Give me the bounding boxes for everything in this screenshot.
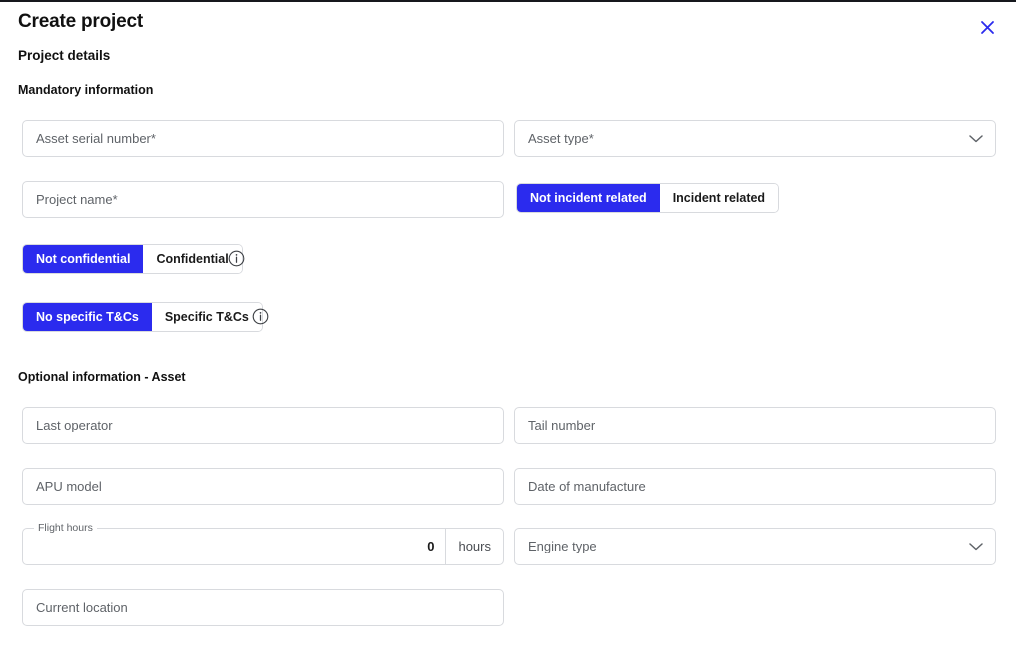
flight-hours-unit: hours <box>445 529 503 564</box>
terms-and-conditions-toggle-group: No specific T&Cs Specific T&Cs <box>22 302 263 332</box>
tail-number-placeholder: Tail number <box>528 419 596 432</box>
incident-related-toggle-group: Not incident related Incident related <box>516 183 780 213</box>
project-name-field[interactable]: Project name* <box>22 181 504 218</box>
toggle-confidential[interactable]: Confidential <box>143 245 242 273</box>
chevron-down-icon <box>969 134 983 143</box>
apu-model-placeholder: APU model <box>36 480 102 493</box>
create-project-modal: Create project Project details Mandatory… <box>0 0 1016 647</box>
engine-type-select[interactable]: Engine type <box>514 528 996 565</box>
page-title: Create project <box>18 11 143 32</box>
modal-header: Create project <box>18 10 998 40</box>
terms-and-conditions-info-icon[interactable] <box>252 308 269 325</box>
toggle-not-confidential[interactable]: Not confidential <box>23 245 144 273</box>
close-button[interactable] <box>976 16 998 38</box>
engine-type-placeholder: Engine type <box>528 540 597 553</box>
tail-number-field[interactable]: Tail number <box>514 407 996 444</box>
section-title-project-details: Project details <box>18 48 111 63</box>
flight-hours-label: Flight hours <box>34 522 97 534</box>
toggle-incident-related[interactable]: Incident related <box>659 184 779 212</box>
date-of-manufacture-placeholder: Date of manufacture <box>528 480 646 493</box>
chevron-down-icon <box>969 542 983 551</box>
confidentiality-toggle-group: Not confidential Confidential <box>22 244 243 274</box>
asset-type-placeholder: Asset type* <box>528 132 594 145</box>
flight-hours-input[interactable]: 0 <box>23 529 445 564</box>
section-title-mandatory-information: Mandatory information <box>18 83 154 97</box>
project-name-placeholder: Project name* <box>36 193 118 206</box>
section-title-optional-information-asset: Optional information - Asset <box>18 370 186 384</box>
toggle-specific-tcs[interactable]: Specific T&Cs <box>151 303 262 331</box>
asset-serial-number-field[interactable]: Asset serial number* <box>22 120 504 157</box>
confidentiality-info-icon[interactable] <box>228 250 245 267</box>
last-operator-field[interactable]: Last operator <box>22 407 504 444</box>
flight-hours-field[interactable]: Flight hours 0 hours <box>22 522 504 565</box>
current-location-placeholder: Current location <box>36 601 128 614</box>
toggle-not-incident-related[interactable]: Not incident related <box>517 184 660 212</box>
date-of-manufacture-field[interactable]: Date of manufacture <box>514 468 996 505</box>
close-icon <box>980 20 995 35</box>
apu-model-field[interactable]: APU model <box>22 468 504 505</box>
asset-type-select[interactable]: Asset type* <box>514 120 996 157</box>
last-operator-placeholder: Last operator <box>36 419 113 432</box>
toggle-no-specific-tcs[interactable]: No specific T&Cs <box>23 303 152 331</box>
current-location-field[interactable]: Current location <box>22 589 504 626</box>
asset-serial-number-placeholder: Asset serial number* <box>36 132 156 145</box>
